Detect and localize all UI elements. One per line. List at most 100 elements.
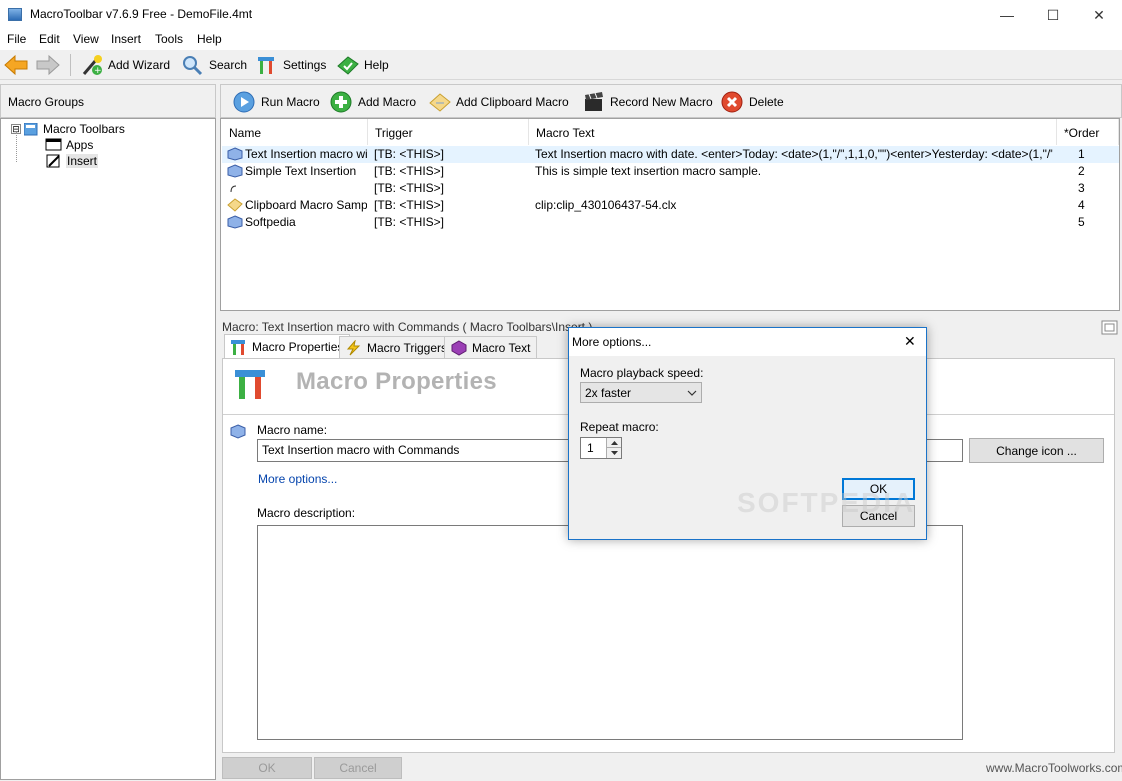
record-new-macro-button[interactable]: Record New Macro xyxy=(582,90,713,114)
menu-view[interactable]: View xyxy=(73,32,99,46)
website-link[interactable]: www.MacroToolworks.com xyxy=(986,761,1122,775)
macro-path-label: Macro: Text Insertion macro with Command… xyxy=(222,320,593,334)
table-row[interactable]: [TB: <THIS>] 3 xyxy=(222,180,1119,197)
playback-speed-select[interactable]: 2x faster xyxy=(580,382,702,403)
toolbar-separator xyxy=(70,54,71,76)
row-order: 4 xyxy=(1078,198,1085,212)
layout-toggle-icon[interactable] xyxy=(1101,320,1119,336)
svg-text:+: + xyxy=(94,66,102,76)
window-icon xyxy=(45,138,62,151)
add-circle-icon xyxy=(330,91,352,113)
macro-description-input[interactable] xyxy=(257,525,963,740)
row-name: Simple Text Insertion xyxy=(245,164,357,178)
tree-root-macro-toolbars[interactable]: ⊟ Macro Toolbars xyxy=(11,122,125,136)
play-icon xyxy=(233,91,255,113)
macro-groups-tree: ⊟ Macro Toolbars Apps Insert xyxy=(0,118,216,780)
dialog-close-button[interactable]: ✕ xyxy=(904,333,916,350)
menu-help[interactable]: Help xyxy=(197,32,222,46)
window-title: MacroToolbar v7.6.9 Free - DemoFile.4mt xyxy=(30,7,253,21)
forward-arrow-icon xyxy=(36,54,60,76)
macro-cube-icon xyxy=(227,215,243,229)
table-row[interactable]: Simple Text Insertion [TB: <THIS>] This … xyxy=(222,163,1119,180)
toolbar-folder-icon xyxy=(24,122,38,135)
stepper-up-button[interactable] xyxy=(606,438,621,448)
help-label: Help xyxy=(364,58,389,72)
forward-button[interactable] xyxy=(35,53,65,77)
record-new-macro-label: Record New Macro xyxy=(610,95,713,109)
delete-button[interactable]: Delete xyxy=(721,90,784,114)
menu-edit[interactable]: Edit xyxy=(39,32,60,46)
change-icon-button[interactable]: Change icon ... xyxy=(969,438,1104,463)
tools-large-icon xyxy=(235,370,265,399)
close-button[interactable]: ✕ xyxy=(1076,0,1122,30)
more-options-link[interactable]: More options... xyxy=(258,472,337,486)
row-name: Softpedia xyxy=(245,215,296,229)
repeat-macro-value: 1 xyxy=(587,441,594,455)
tree-label: Macro Toolbars xyxy=(43,122,125,136)
row-name: Text Insertion macro wit... xyxy=(245,147,367,161)
details-cancel-button[interactable]: Cancel xyxy=(314,757,402,779)
playback-speed-value: 2x faster xyxy=(585,386,632,400)
tools-icon xyxy=(231,340,245,355)
column-header-order[interactable]: *Order xyxy=(1057,119,1119,145)
search-button[interactable]: Search xyxy=(181,53,247,77)
delete-label: Delete xyxy=(749,95,784,109)
arrow-down-icon xyxy=(611,451,618,455)
macro-list: Name Trigger Macro Text *Order Text Inse… xyxy=(220,118,1120,311)
add-macro-button[interactable]: Add Macro xyxy=(330,90,416,114)
maximize-button[interactable]: ☐ xyxy=(1030,0,1076,30)
help-book-icon xyxy=(337,56,359,75)
macro-description-label: Macro description: xyxy=(257,506,356,520)
table-row[interactable]: Softpedia [TB: <THIS>] 5 xyxy=(222,214,1119,231)
add-clipboard-macro-button[interactable]: Add Clipboard Macro xyxy=(428,90,569,114)
clipboard-icon xyxy=(429,93,451,112)
tab-label: Macro Text xyxy=(472,340,531,355)
column-header-name[interactable]: Name xyxy=(222,119,368,145)
film-clapper-icon xyxy=(585,92,603,111)
macro-properties-heading: Macro Properties xyxy=(296,368,497,395)
menu-bar: File Edit View Insert Tools Help xyxy=(0,30,1122,50)
column-header-trigger[interactable]: Trigger xyxy=(368,119,529,145)
row-trigger: [TB: <THIS>] xyxy=(374,147,445,161)
clipboard-macro-icon xyxy=(227,198,243,212)
tab-macro-text[interactable]: Macro Text xyxy=(444,336,538,358)
run-macro-button[interactable]: Run Macro xyxy=(233,90,320,114)
dialog-title: More options... xyxy=(572,335,652,349)
menu-tools[interactable]: Tools xyxy=(155,32,183,46)
edit-document-icon xyxy=(46,154,60,168)
tree-item-insert[interactable]: Insert xyxy=(45,154,99,168)
repeat-macro-stepper[interactable]: 1 xyxy=(580,437,622,459)
tab-macro-properties[interactable]: Macro Properties xyxy=(224,334,351,359)
row-order: 1 xyxy=(1078,147,1085,161)
stepper-down-button[interactable] xyxy=(606,448,621,458)
column-header-macro-text[interactable]: Macro Text xyxy=(529,119,1057,145)
tab-label: Macro Triggers xyxy=(367,340,448,355)
macro-text-icon xyxy=(451,339,467,356)
add-wizard-button[interactable]: + Add Wizard xyxy=(80,53,170,77)
details-ok-button[interactable]: OK xyxy=(222,757,312,779)
chevron-down-icon xyxy=(687,390,697,396)
back-button[interactable] xyxy=(3,53,33,77)
row-name: Clipboard Macro Sample xyxy=(245,198,367,212)
row-trigger: [TB: <THIS>] xyxy=(374,164,445,178)
menu-insert[interactable]: Insert xyxy=(111,32,141,46)
settings-button[interactable]: Settings xyxy=(255,53,326,77)
menu-file[interactable]: File xyxy=(7,32,26,46)
lightning-icon xyxy=(346,339,361,355)
tree-item-apps[interactable]: Apps xyxy=(45,138,93,152)
tab-macro-triggers[interactable]: Macro Triggers xyxy=(339,336,455,358)
table-row[interactable]: Clipboard Macro Sample [TB: <THIS>] clip… xyxy=(222,197,1119,214)
row-macro-text: clip:clip_430106437-54.clx xyxy=(535,198,677,212)
row-order: 2 xyxy=(1078,164,1085,178)
separator-icon xyxy=(230,185,237,193)
tools-icon xyxy=(258,57,274,74)
help-button[interactable]: Help xyxy=(336,53,389,77)
minimize-button[interactable]: — xyxy=(984,0,1030,30)
repeat-macro-label: Repeat macro: xyxy=(580,420,659,434)
add-macro-label: Add Macro xyxy=(358,95,417,109)
macro-cube-icon xyxy=(227,164,243,178)
title-bar: MacroToolbar v7.6.9 Free - DemoFile.4mt … xyxy=(0,0,1122,30)
macro-cube-icon xyxy=(230,424,246,439)
back-arrow-icon xyxy=(4,54,28,76)
table-row[interactable]: Text Insertion macro wit... [TB: <THIS>]… xyxy=(222,146,1119,163)
